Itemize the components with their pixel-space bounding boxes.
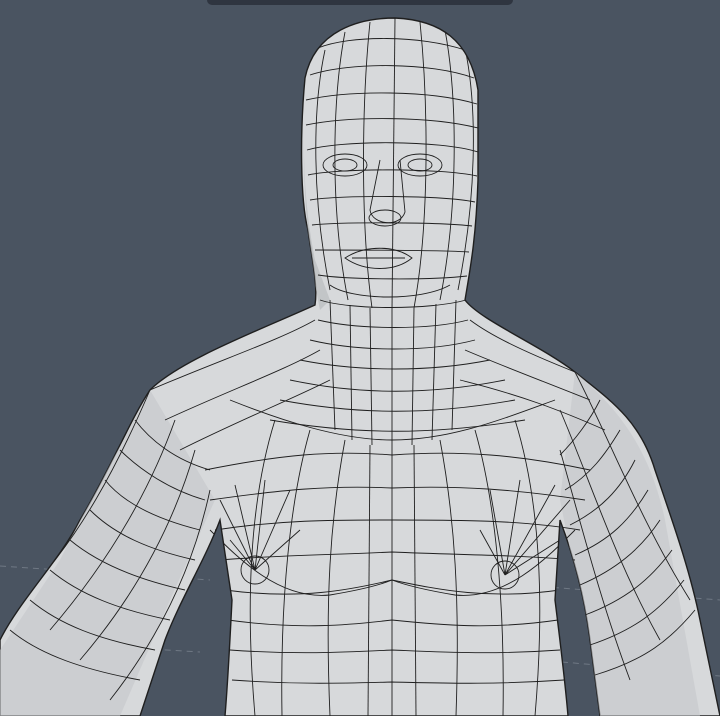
human-mesh-model[interactable] [0,0,720,716]
3d-viewport[interactable] [0,0,720,716]
